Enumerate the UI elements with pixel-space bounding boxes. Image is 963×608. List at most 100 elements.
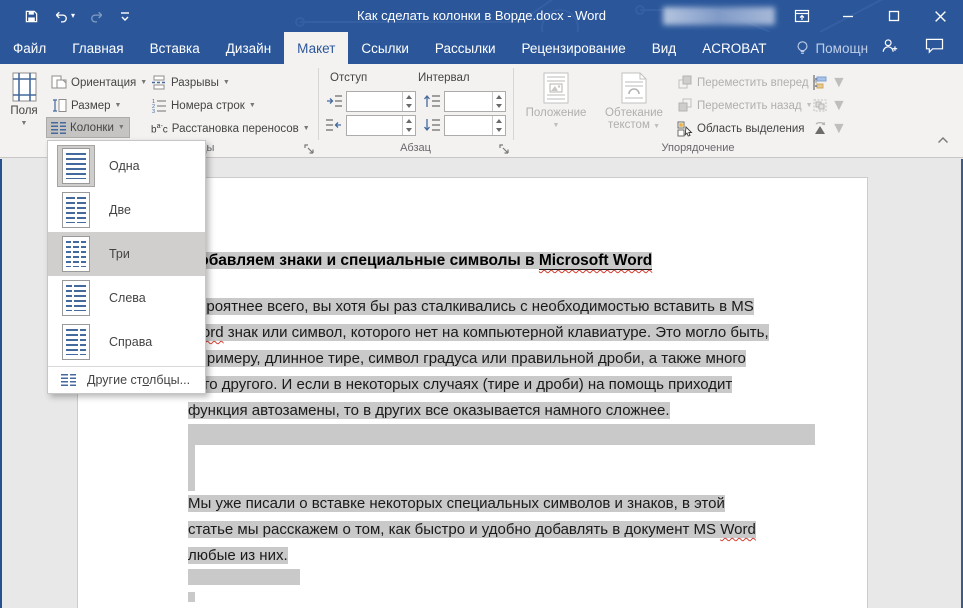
columns-button[interactable]: Колонки ▼ [46,117,130,138]
line-numbers-label: Номера строк [171,100,245,112]
indent-left-field[interactable] [346,91,416,112]
collapse-ribbon-icon [937,136,949,144]
menu-item-three-columns[interactable]: Три [48,232,205,276]
orientation-button[interactable]: Ориентация ▼ [47,72,151,93]
spacing-after-icon [423,117,441,135]
selection-pane-label: Область выделения [697,123,805,135]
rotate-objects-dropdown-arrow: ▼ [831,120,847,138]
menu-item-label: Три [109,247,130,261]
spacing-before-icon [423,93,441,111]
selected-empty-line [188,424,815,445]
paragraph2-line1: Мы уже писали о вставке некоторых специа… [188,491,867,517]
selection-pane-button[interactable]: Область выделения [673,118,809,139]
indent-right-input[interactable] [347,116,402,135]
wrap-text-icon [621,72,647,104]
size-button[interactable]: Размер ▼ [47,95,125,116]
bring-forward-icon [677,75,693,90]
spacing-after-field[interactable] [444,115,506,136]
margins-button[interactable]: Поля ▼ [4,68,44,127]
one-column-icon-selected [57,145,95,187]
comments-button[interactable] [925,38,944,59]
tab-view[interactable]: Вид [639,32,689,64]
menu-item-label: Справа [109,335,152,349]
three-columns-icon [57,233,95,275]
two-columns-icon [57,189,95,231]
more-columns-label: Другие столбцы... [87,373,190,387]
maximize-button[interactable] [871,0,917,32]
tab-mailings[interactable]: Рассылки [422,32,509,64]
spacing-before-spinner[interactable] [492,92,505,111]
indent-right-icon [325,117,343,135]
size-dropdown-arrow: ▼ [115,102,122,109]
comment-icon [925,38,944,54]
wrap-text-label: Обтеканиетекстом ▼ [605,107,663,133]
line-numbers-button[interactable]: 1 2 3 Номера строк ▼ [147,95,260,116]
paragraph2-line3: любые из них. [188,543,867,569]
line-numbers-icon: 1 2 3 [151,98,167,113]
send-backward-icon [677,98,693,113]
spacing-after-spinner[interactable] [492,116,505,135]
indent-label: Отступ [330,72,367,84]
tab-references[interactable]: Ссылки [348,32,422,64]
hyphenation-button[interactable]: ba-c Расстановка переносов ▼ [147,118,314,139]
indent-left-spinner[interactable] [402,92,415,111]
menu-item-more-columns[interactable]: Другие столбцы... [48,366,205,393]
selection-pane-icon [677,121,693,137]
menu-item-right-column[interactable]: Справа [48,320,205,364]
paragraph1-line1: Вероятнее всего, вы хотя бы раз сталкива… [188,294,867,320]
right-narrow-column-icon [57,321,95,363]
menu-item-label: Две [109,203,131,217]
rotate-objects-icon [812,121,828,136]
tab-home[interactable]: Главная [59,32,136,64]
tab-acrobat[interactable]: ACROBAT [689,32,779,64]
indent-right-spinner[interactable] [402,116,415,135]
heading-text: Добавляем знаки и специальные символы в [188,252,539,269]
indent-left-input[interactable] [347,92,402,111]
page-setup-dialog-launcher[interactable] [303,142,315,154]
breaks-button[interactable]: Разрывы ▼ [147,72,234,93]
user-account-name-blurred[interactable] [663,7,775,25]
spacing-before-input[interactable] [445,92,492,111]
tab-file[interactable]: Файл [0,32,59,64]
svg-text:3: 3 [152,109,155,113]
selected-paragraph-mark-2 [188,592,195,602]
paragraph-dialog-launcher[interactable] [498,142,510,154]
spacing-before-field[interactable] [444,91,506,112]
tab-review[interactable]: Рецензирование [509,32,639,64]
tab-tell-me[interactable]: Помощн [783,32,881,64]
indent-right-field[interactable] [346,115,416,136]
group-objects-icon [812,98,828,113]
breaks-icon [151,75,167,90]
group-label-arrange: Упорядочение [513,142,883,154]
position-dropdown-arrow: ▼ [553,122,560,129]
position-button: Положение ▼ [521,68,591,129]
margins-icon [12,72,37,102]
more-columns-icon [61,374,76,386]
group-paragraph: Отступ Интервал [318,64,513,158]
align-objects-button: ▼ [809,72,850,93]
close-button[interactable] [917,0,963,32]
tab-layout[interactable]: Макет [284,32,348,64]
spacing-after-input[interactable] [445,116,492,135]
group-objects-dropdown-arrow: ▼ [831,97,847,115]
columns-icon [51,122,66,134]
tab-design[interactable]: Дизайн [213,32,284,64]
menu-item-left-column[interactable]: Слева [48,276,205,320]
ribbon-display-options-button[interactable] [779,0,825,32]
menu-item-two-columns[interactable]: Две [48,188,205,232]
menu-item-one-column[interactable]: Одна [48,144,205,188]
tab-insert[interactable]: Вставка [137,32,213,64]
bring-forward-label: Переместить вперед [697,77,809,89]
share-button[interactable] [881,37,899,59]
columns-label: Колонки [70,122,114,134]
size-icon [51,98,67,113]
collapse-ribbon-button[interactable] [937,131,949,149]
share-person-add-icon [881,37,899,54]
left-narrow-column-icon [57,277,95,319]
bring-forward-button: Переместить вперед ▼ [673,72,824,93]
paragraph2-line2: статье мы расскажем о том, как быстро и … [188,517,867,543]
minimize-button[interactable] [825,0,871,32]
rotate-objects-button: ▼ [809,118,850,139]
menu-item-label: Одна [109,159,140,173]
orientation-label: Ориентация [71,77,136,89]
